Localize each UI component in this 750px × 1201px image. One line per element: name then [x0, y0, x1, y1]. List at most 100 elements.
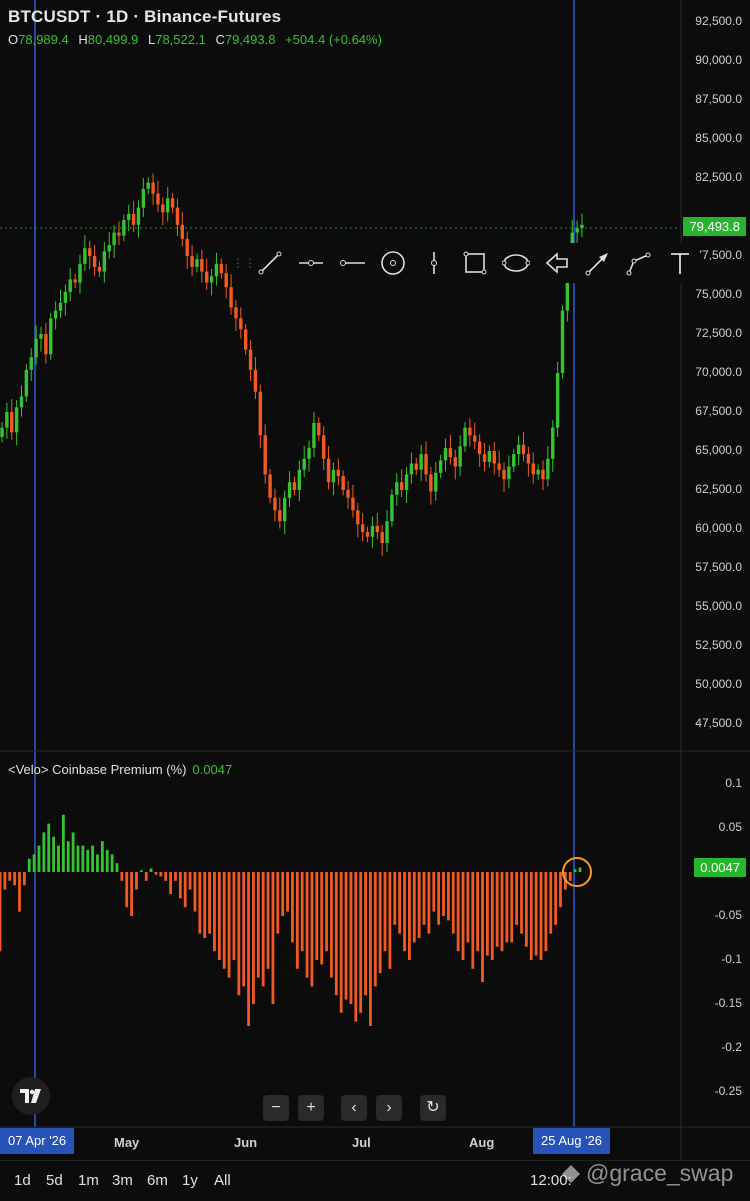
- premium-bar: [71, 832, 75, 872]
- candle-body: [200, 259, 204, 272]
- premium-bar: [490, 872, 494, 960]
- premium-tick-label: 0.05: [718, 820, 742, 834]
- watermark: @grace_swap: [560, 1160, 733, 1187]
- ray-tool-icon[interactable]: [332, 243, 373, 283]
- premium-bar: [159, 872, 163, 877]
- price-tick-label: 90,000.0: [695, 53, 742, 67]
- premium-bar: [281, 872, 285, 916]
- candle-body: [195, 259, 199, 267]
- premium-bar: [47, 823, 51, 872]
- candle-body: [292, 482, 297, 490]
- candle-body: [458, 446, 462, 467]
- horizontal-ray-tool-icon[interactable]: [291, 243, 332, 283]
- premium-bar: [91, 845, 95, 872]
- premium-bar: [22, 872, 26, 886]
- ohlc-legend: O78,989.4 H80,499.9 L78,522.1 C79,493.8 …: [8, 32, 388, 47]
- candle-body: [321, 435, 326, 459]
- candle-body: [516, 444, 521, 455]
- ellipse-tool-icon[interactable]: [495, 243, 536, 283]
- candle-body: [409, 463, 414, 475]
- candle-body: [166, 198, 170, 213]
- candle-body: [83, 248, 87, 264]
- premium-bar: [334, 872, 338, 996]
- range-3m[interactable]: 3m: [112, 1172, 133, 1189]
- premium-bar: [291, 872, 294, 943]
- premium-bar: [115, 863, 119, 872]
- premium-bar: [8, 872, 12, 881]
- premium-bar: [193, 872, 197, 912]
- circle-tool-icon[interactable]: [373, 243, 414, 283]
- candle-body: [185, 238, 189, 256]
- candle-body: [331, 469, 336, 483]
- range-1y[interactable]: 1y: [182, 1172, 198, 1189]
- candle-body: [297, 469, 302, 490]
- price-tick-label: 70,000.0: [695, 365, 742, 379]
- premium-bar: [412, 872, 416, 943]
- range-1d[interactable]: 1d: [14, 1172, 31, 1189]
- zoom-in-button[interactable]: +: [298, 1095, 324, 1121]
- premium-histogram: [0, 814, 582, 1026]
- candle-body: [302, 458, 306, 470]
- candle-body: [10, 412, 14, 433]
- premium-bar: [252, 872, 255, 1004]
- candle-body: [268, 474, 272, 498]
- premium-bar: [544, 872, 548, 952]
- price-tick-label: 52,500.0: [695, 638, 742, 652]
- scroll-back-button[interactable]: ‹: [341, 1095, 367, 1121]
- candle-body: [551, 427, 555, 459]
- reset-chart-button[interactable]: ↻: [420, 1095, 446, 1121]
- candle-body: [92, 256, 97, 267]
- range-6m[interactable]: 6m: [147, 1172, 168, 1189]
- candle-body: [317, 422, 321, 436]
- candle-body: [253, 369, 258, 392]
- scroll-forward-button[interactable]: ›: [376, 1095, 402, 1121]
- premium-bar: [354, 872, 358, 1022]
- premium-bar: [344, 872, 348, 1000]
- price-tick-label: 75,000.0: [695, 287, 742, 301]
- candle-body: [53, 310, 58, 319]
- price-tick-label: 82,500.0: [695, 170, 742, 184]
- candle-body: [399, 482, 404, 490]
- symbol-title[interactable]: BTCUSDT · 1D · Binance-Futures: [8, 7, 281, 27]
- candle-body: [434, 472, 438, 492]
- rectangle-tool-icon[interactable]: [455, 243, 496, 283]
- range-1m[interactable]: 1m: [78, 1172, 99, 1189]
- candle-body: [73, 279, 77, 283]
- candle-body: [58, 302, 63, 311]
- path-tool-icon[interactable]: [618, 243, 659, 283]
- premium-bar: [442, 872, 445, 916]
- range-all[interactable]: All: [214, 1172, 231, 1189]
- candle-body: [161, 204, 165, 213]
- indicator-legend[interactable]: <Velo> Coinbase Premium (%) 0.0047: [8, 762, 232, 777]
- premium-bar: [388, 872, 392, 969]
- trend-line-tool-icon[interactable]: [250, 243, 291, 283]
- candle-body: [287, 482, 292, 498]
- candle-body: [580, 224, 584, 228]
- tradingview-logo-icon[interactable]: [12, 1077, 50, 1115]
- watermark-logo-icon: [562, 1164, 580, 1183]
- zoom-out-button[interactable]: −: [263, 1095, 289, 1121]
- candle-body: [180, 224, 185, 239]
- candle-body: [0, 427, 4, 437]
- change-value: +504.4 (+0.64%): [285, 32, 382, 47]
- premium-bar: [135, 872, 138, 890]
- candle-body: [307, 447, 311, 459]
- candle-body: [127, 213, 131, 221]
- chart-canvas[interactable]: [0, 0, 750, 1200]
- candle-body: [39, 334, 43, 339]
- candlestick-series: [0, 173, 584, 556]
- toolbar-grip-icon[interactable]: ⋮⋮: [232, 257, 256, 269]
- premium-bar: [305, 872, 309, 978]
- premium-bar: [495, 872, 499, 947]
- arrow-tool-icon[interactable]: [577, 243, 618, 283]
- range-5d[interactable]: 5d: [46, 1172, 63, 1189]
- arrow-marker-tool-icon[interactable]: [536, 243, 577, 283]
- premium-bar: [256, 872, 260, 978]
- text-tool-icon[interactable]: [659, 243, 700, 283]
- candle-body: [497, 463, 501, 470]
- time-label-jun: Jun: [234, 1135, 258, 1150]
- premium-bar: [300, 872, 304, 952]
- candle-body: [370, 525, 375, 537]
- premium-bar: [520, 872, 523, 934]
- vertical-line-tool-icon[interactable]: [414, 243, 455, 283]
